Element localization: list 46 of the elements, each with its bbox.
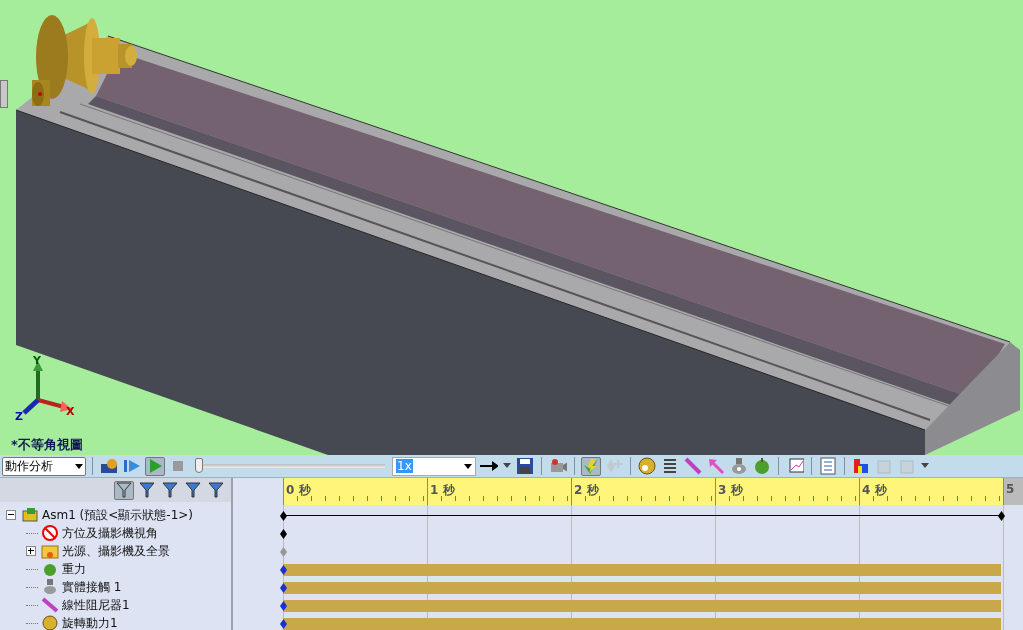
tree-item[interactable]: 線性阻尼器1 [62,596,130,614]
time-label: 1 秒 [430,482,455,499]
tree-item[interactable]: 實體接觸 1 [62,578,122,596]
tree-item[interactable]: 方位及攝影機視角 [62,524,158,542]
time-label: 0 秒 [286,482,311,499]
key-point-icon[interactable] [280,601,287,611]
filter-icon[interactable] [160,480,180,500]
no-camera-icon [41,525,59,541]
tree-item[interactable]: 重力 [62,560,86,578]
expander-icon[interactable] [26,546,36,556]
axis-label: X [66,405,74,418]
caret-icon [75,463,83,469]
time-label: 2 秒 [574,482,599,499]
folder-icon [41,543,59,559]
save-icon[interactable] [515,456,535,476]
study-type-dropdown[interactable]: 動作分析 [2,456,86,476]
expander-icon[interactable] [6,510,16,520]
axis-label: Y [33,355,41,367]
key-point-icon[interactable] [280,583,287,593]
view-name: *不等角視圖 [11,436,83,454]
filter-icon[interactable] [206,480,226,500]
damper-icon [41,597,59,613]
filter-icon[interactable] [137,480,157,500]
key-point-icon[interactable] [280,619,287,629]
assembly-icon [21,507,39,523]
filter-icon[interactable] [114,480,134,500]
slider-thumb[interactable] [195,458,203,473]
key-point-icon[interactable] [280,565,287,575]
key-point-icon[interactable] [998,511,1005,521]
tree-item[interactable]: Asm1 (預設<顯示狀態-1>) [42,506,194,524]
filter-icon[interactable] [183,480,203,500]
time-label: 3 秒 [718,482,743,499]
axis-label: Z [15,410,23,421]
caret-icon [464,463,472,469]
time-slider[interactable] [195,458,385,474]
time-label: 5 [1006,482,1015,496]
panel-toggle-handle[interactable] [0,80,8,108]
tree-item[interactable]: 光源、攝影機及全景 [62,542,170,560]
key-point-icon[interactable] [280,511,287,521]
play-icon[interactable] [145,456,165,476]
color-icon[interactable] [851,456,871,476]
key-point-icon[interactable] [280,529,287,539]
damper-icon[interactable] [683,456,703,476]
time-label: 4 秒 [862,482,887,499]
tree-item[interactable]: 旋轉動力1 [62,614,118,630]
properties-icon[interactable] [818,456,838,476]
